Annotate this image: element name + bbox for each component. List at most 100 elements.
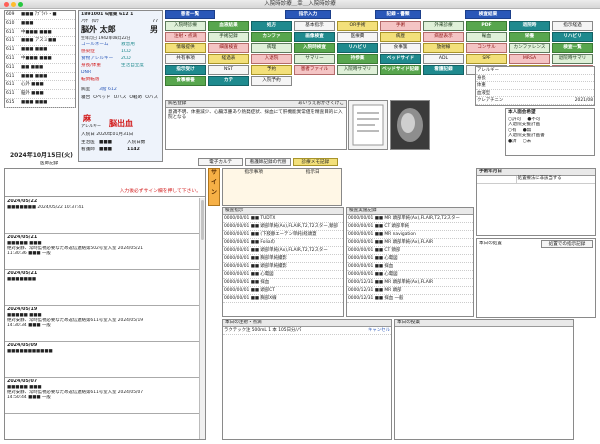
entry-area[interactable]: 入力後必ずサイン欄を押して下さい。 bbox=[5, 169, 205, 197]
toolbar-button[interactable]: 医療費 bbox=[337, 32, 378, 42]
patient-list-row[interactable]: 611 ■■ ■■■ bbox=[5, 64, 75, 73]
toolbar-button[interactable]: 持参薬 bbox=[337, 54, 378, 64]
toolbar-group-0[interactable]: 患者一覧 bbox=[165, 10, 215, 19]
patient-list-row[interactable]: 611 脳外 ■■■ bbox=[5, 90, 75, 99]
toolbar-button[interactable]: 入院時検査 bbox=[294, 43, 335, 53]
record-scrollbar-thumb[interactable] bbox=[201, 200, 204, 240]
toolbar-button[interactable]: ベッドサイド bbox=[380, 54, 421, 64]
toolbar-button[interactable]: 病歴 bbox=[380, 32, 421, 42]
toolbar-button[interactable]: 入院時診療 bbox=[165, 21, 206, 31]
toolbar-button[interactable]: 輸血 bbox=[466, 32, 507, 42]
patient-list-row[interactable]: 611 中■■■ ■■■ bbox=[5, 55, 75, 64]
toolbar-button[interactable]: 患者ファイル bbox=[294, 65, 335, 75]
result-row[interactable]: 0000/12/31 ■■ MR 頭部 bbox=[347, 287, 473, 295]
toolbar-button[interactable]: 病歴表示 bbox=[423, 32, 464, 42]
toolbar-button[interactable]: 外来診療 bbox=[423, 21, 464, 31]
toolbar-button[interactable]: コンサル bbox=[466, 43, 507, 53]
mobility-option[interactable]: Oベッド bbox=[93, 95, 110, 101]
result-row[interactable]: 0000/00/01 ■■ CT 頭部単純 bbox=[347, 223, 473, 231]
toolbar-button[interactable]: 注射・点滴 bbox=[165, 32, 206, 42]
toolbar-button[interactable]: リハビリ bbox=[337, 43, 378, 53]
order-row[interactable]: 0000/00/01 ■■ 頭部単純(Ax),FLAIR,T2,T2スター,頸部 bbox=[223, 223, 343, 231]
result-row[interactable]: 0000/00/01 ■■ MR 頭部単純(Ax),FLAIR bbox=[347, 239, 473, 247]
scan-thumbnail-1[interactable] bbox=[348, 100, 388, 150]
record-scrollbar[interactable] bbox=[199, 198, 205, 439]
toolbar-button[interactable]: 看護記録 bbox=[423, 65, 464, 75]
order-row[interactable]: 0000/00/01 ■■ 胸部X線 bbox=[223, 295, 343, 303]
toolbar-button[interactable]: サマリー bbox=[294, 54, 335, 64]
record-entry[interactable]: 2024/05/19 ■■■■■ ■■■ 絶対安静、常時監視必要なため返信連絡第61… bbox=[5, 306, 200, 342]
result-row[interactable]: 0000/00/01 ■■ 心電図 bbox=[347, 271, 473, 279]
patient-list-row[interactable]: 611 ■■■ ■■■ bbox=[5, 73, 75, 82]
toolbar-button[interactable]: OR手術 bbox=[337, 21, 378, 31]
toolbar-button[interactable]: PDF bbox=[466, 21, 507, 31]
toolbar-button[interactable]: カテ bbox=[208, 76, 249, 86]
result-row[interactable]: 0000/00/01 ■■ MR navigation bbox=[347, 231, 473, 239]
toolbar-button[interactable]: 退院時サマリ bbox=[552, 54, 593, 64]
mobility-option[interactable]: 寝台 bbox=[81, 95, 90, 101]
problem-box-text[interactable]: 意識不明、体重減少、心臓浮腫あり熱発症状、採血にて肝機能異常値を精査目的に入院と… bbox=[166, 108, 346, 123]
mobility-option[interactable]: Oバス bbox=[145, 95, 158, 101]
toolbar-button[interactable]: カンファ bbox=[251, 32, 292, 42]
toolbar-button[interactable]: 処方 bbox=[251, 21, 292, 31]
toolbar-button[interactable]: 食事箋 bbox=[380, 43, 421, 53]
mobility-option[interactable]: O軽め bbox=[129, 95, 142, 101]
toolbar-group-1[interactable]: 指示入力 bbox=[285, 10, 331, 19]
procedure-record-button[interactable]: 処置での指示記録 bbox=[541, 240, 593, 248]
toolbar-button[interactable]: 退院時 bbox=[509, 21, 550, 31]
radio-option[interactable]: ○未 bbox=[523, 139, 532, 145]
toolbar-button[interactable]: MRSA bbox=[509, 54, 550, 64]
patient-list-row[interactable]: 610 ■■■ bbox=[5, 20, 75, 29]
mobility-options[interactable]: 寝台 Oベッド Oバス O軽め Oバス bbox=[81, 95, 161, 101]
order-row[interactable]: 0000/00/01 ■■ (下肢静エーテン単純)経頭蓋 bbox=[223, 231, 343, 239]
order-row[interactable]: 0000/00/01 ■■ 胸部単純撮影 bbox=[223, 255, 343, 263]
toolbar-button[interactable]: 手術記録 bbox=[208, 32, 249, 42]
record-entry[interactable]: 2024/05/21 ■■■■■■■ bbox=[5, 270, 200, 306]
radio-option[interactable]: ●済 bbox=[508, 139, 517, 145]
toolbar-button[interactable]: 共有事項 bbox=[165, 54, 206, 64]
record-entry[interactable]: 2024/05/09 ■■■■■■■■■■■ bbox=[5, 342, 200, 378]
toolbar-button[interactable]: ADL bbox=[423, 54, 464, 64]
patient-list-row[interactable]: 611 中■■■ ■■■ bbox=[5, 29, 75, 38]
toolbar-button[interactable]: 細菌検査 bbox=[208, 43, 249, 53]
toolbar-button[interactable]: 検査一覧 bbox=[552, 43, 593, 53]
patient-list-row[interactable]: 615 ■■■ ■■■ bbox=[5, 99, 75, 108]
toolbar-button[interactable]: リハビリ bbox=[552, 32, 593, 42]
toolbar-button[interactable]: 経過表 bbox=[208, 54, 249, 64]
patient-list-row[interactable]: 611 ■■■ ■■■ bbox=[5, 46, 75, 55]
doctor-record-list[interactable]: 入力後必ずサイン欄を押して下さい。 2024/05/22 ■■■■■■■ 2024… bbox=[4, 168, 206, 440]
record-entry[interactable]: 2024/05/21 ■■■■■ ■■■ 絶対安静、常時監視必要なため返信連絡第50… bbox=[5, 234, 200, 270]
toolbar-button[interactable]: SPF bbox=[466, 54, 507, 64]
mid-button[interactable]: 電子カルテ bbox=[198, 158, 244, 166]
result-row[interactable]: 0000/00/01 ■■ MR 頭部単純(Ax),FLAIR,T2,T2スター bbox=[347, 215, 473, 223]
toolbar-button[interactable]: 血液結果 bbox=[208, 21, 249, 31]
result-row[interactable]: 0000/12/31 ■■ 採血 一般 bbox=[347, 295, 473, 303]
record-entry[interactable]: 2024/05/07 ■■■■■ ■■■ 絶対安静、常時監視必要なため返信連絡第61… bbox=[5, 378, 200, 414]
toolbar-button[interactable]: 食事療養 bbox=[165, 76, 206, 86]
toolbar-button[interactable]: 指示受け bbox=[165, 65, 206, 75]
patient-list-row[interactable]: 609 ■■■ ｱﾌﾞﾗｲﾄ・■ bbox=[5, 11, 75, 20]
toolbar-button[interactable]: 画像検査 bbox=[294, 32, 335, 42]
order-row[interactable]: 0000/00/01 ■■ 頭部単純(Ax),FLAIR,T2,T2スター bbox=[223, 247, 343, 255]
order-row[interactable]: 0000/00/01 ■■ Foliaの bbox=[223, 239, 343, 247]
toolbar-button[interactable]: NST bbox=[208, 65, 249, 75]
toolbar-button[interactable]: 放射線 bbox=[423, 43, 464, 53]
toolbar-button[interactable]: 指示経過 bbox=[552, 21, 593, 31]
toolbar-group-3[interactable]: 検査結果 bbox=[465, 10, 511, 19]
result-row[interactable]: 0000/12/31 ■■ MR 頭部単純(Ax),FLAIR bbox=[347, 279, 473, 287]
patient-list-row[interactable]: 611 心外 ■■■ bbox=[5, 81, 75, 91]
toolbar-button[interactable]: 入院予約 bbox=[251, 76, 292, 86]
toolbar-group-2[interactable]: 記録・書類 bbox=[375, 10, 421, 19]
patient-list-row[interactable]: 611 ■■■ アスミ■■ bbox=[5, 37, 75, 47]
result-row[interactable]: 0000/00/01 ■■ CT 頸部 bbox=[347, 247, 473, 255]
injection-cancel-link[interactable]: キャンセル bbox=[368, 327, 390, 334]
toolbar-button[interactable]: 病理 bbox=[251, 43, 292, 53]
toolbar-button[interactable]: 栄養 bbox=[509, 32, 550, 42]
toolbar-button[interactable]: 入院時サマリ bbox=[337, 65, 378, 75]
toolbar-button[interactable]: カンファレンス bbox=[509, 43, 550, 53]
toolbar-button[interactable]: 予約 bbox=[251, 65, 292, 75]
record-entry[interactable]: 2024/05/22 ■■■■■■■ 2024/05/22 10:37:41 bbox=[5, 198, 200, 234]
mobility-option[interactable]: Oバス bbox=[114, 95, 127, 101]
order-row[interactable]: 0000/00/01 ■■ 採血 bbox=[223, 279, 343, 287]
order-row[interactable]: 0000/00/01 ■■ 頭部単純撮影 bbox=[223, 263, 343, 271]
